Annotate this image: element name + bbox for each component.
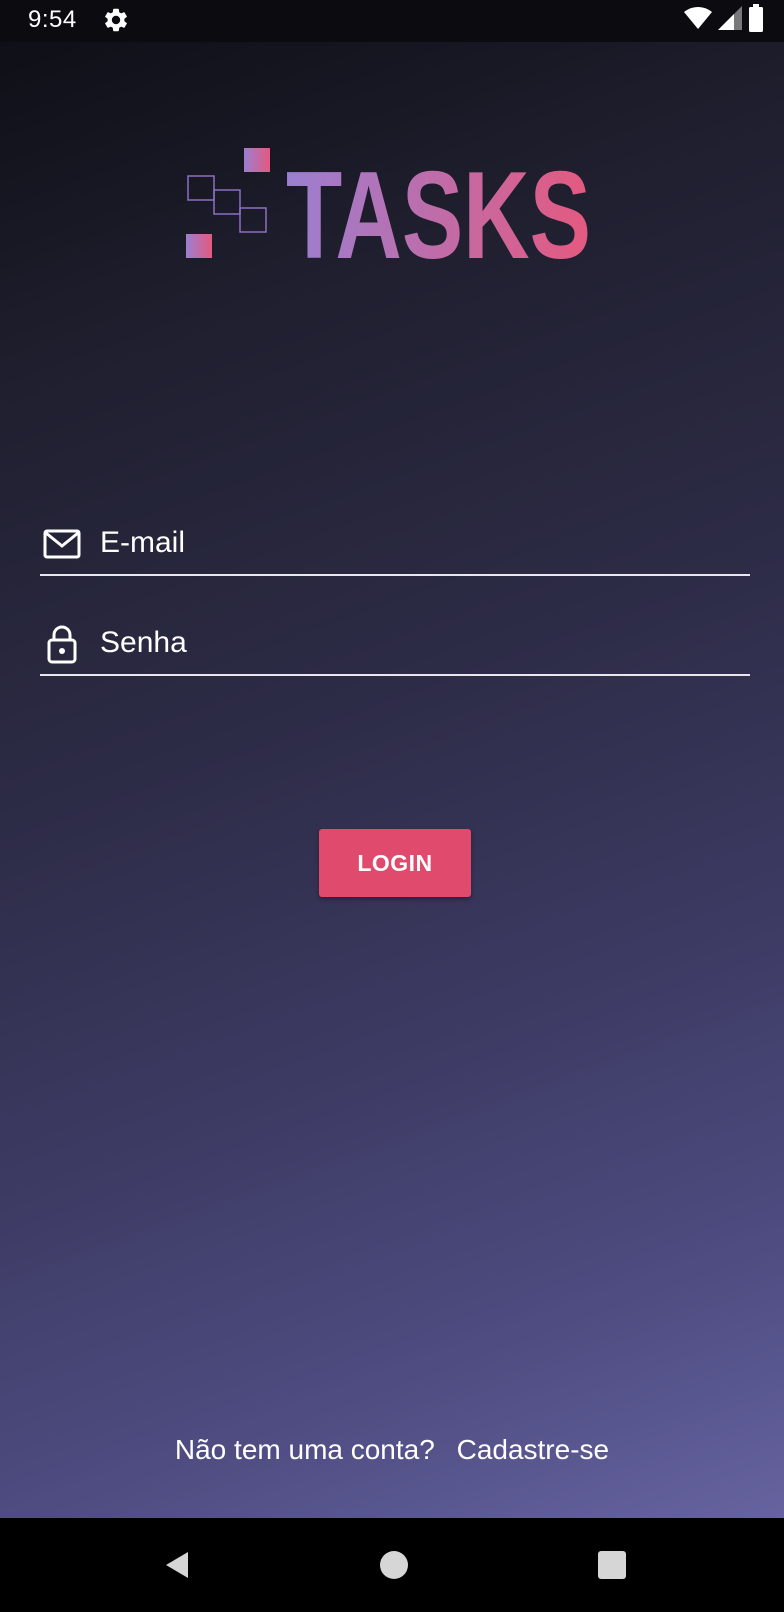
- signup-prompt: Não tem uma conta?: [174, 1434, 435, 1465]
- signup-link[interactable]: Cadastre-se: [457, 1434, 610, 1465]
- navigation-bar: [0, 1518, 784, 1612]
- app-body: TASKS LOGIN: [0, 42, 784, 1518]
- status-time: 9:54: [28, 6, 77, 33]
- recents-icon[interactable]: [589, 1542, 635, 1588]
- login-button[interactable]: LOGIN: [319, 829, 471, 897]
- home-icon[interactable]: [371, 1542, 417, 1588]
- status-bar: 9:54: [0, 0, 784, 42]
- login-screen: 9:54 TASKS E-mail LOGIN Não tem uma cont…: [0, 0, 784, 1612]
- back-icon[interactable]: [155, 1542, 201, 1588]
- mail-icon: [42, 524, 82, 564]
- cell-signal-icon: [718, 5, 742, 35]
- wifi-icon: [684, 6, 712, 34]
- password-field[interactable]: [40, 614, 750, 676]
- battery-icon: [748, 3, 764, 37]
- logo-text: TASKS: [286, 147, 591, 272]
- email-field[interactable]: [40, 514, 750, 576]
- signup-row: Não tem uma conta? Cadastre-se: [0, 1434, 784, 1466]
- lock-icon: [42, 624, 82, 664]
- tasks-logo: TASKS: [186, 142, 606, 272]
- email-input[interactable]: [100, 520, 740, 566]
- status-indicators: [684, 3, 764, 37]
- password-input[interactable]: [100, 620, 740, 666]
- gear-icon: [102, 6, 130, 34]
